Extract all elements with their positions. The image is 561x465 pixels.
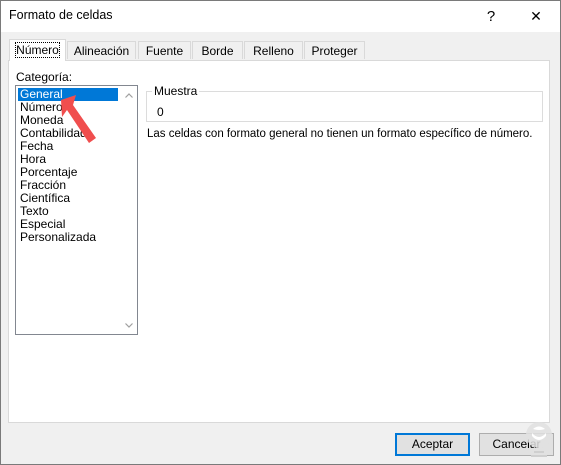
- sample-value: 0: [157, 105, 164, 119]
- format-description: Las celdas con formato general no tienen…: [147, 128, 533, 140]
- help-button[interactable]: ?: [469, 1, 513, 32]
- tab-label: Relleno: [253, 44, 294, 58]
- sample-group: [146, 91, 543, 122]
- chevron-up-icon: [125, 92, 133, 98]
- tab-label: Alineación: [73, 44, 130, 58]
- tab-numero[interactable]: Número: [9, 39, 66, 61]
- watermark-logo-icon: [526, 422, 552, 457]
- category-label: Categoría:: [16, 70, 73, 84]
- accept-button[interactable]: Aceptar: [395, 433, 470, 456]
- list-item-personalizada[interactable]: Personalizada: [18, 231, 96, 244]
- close-icon: ✕: [530, 8, 542, 24]
- scroll-down-button[interactable]: [121, 317, 137, 333]
- scroll-up-button[interactable]: [121, 87, 137, 103]
- tab-alineacion[interactable]: Alineación: [67, 41, 136, 59]
- chevron-down-icon: [125, 322, 133, 328]
- tab-relleno[interactable]: Relleno: [244, 41, 303, 59]
- close-button[interactable]: ✕: [514, 1, 558, 32]
- tab-label: Proteger: [311, 44, 358, 58]
- tab-label: Número: [15, 42, 60, 58]
- tab-proteger[interactable]: Proteger: [304, 41, 365, 59]
- red-arrow-icon: [61, 95, 96, 143]
- tab-label: Fuente: [145, 44, 184, 58]
- tab-label: Borde: [201, 44, 234, 58]
- dialog-title: Formato de celdas: [9, 8, 113, 22]
- tab-borde[interactable]: Borde: [192, 41, 243, 59]
- title-bar[interactable]: Formato de celdas ? ✕: [1, 1, 560, 32]
- help-icon: ?: [486, 8, 496, 25]
- sample-label: Muestra: [152, 84, 200, 98]
- tab-fuente[interactable]: Fuente: [138, 41, 191, 59]
